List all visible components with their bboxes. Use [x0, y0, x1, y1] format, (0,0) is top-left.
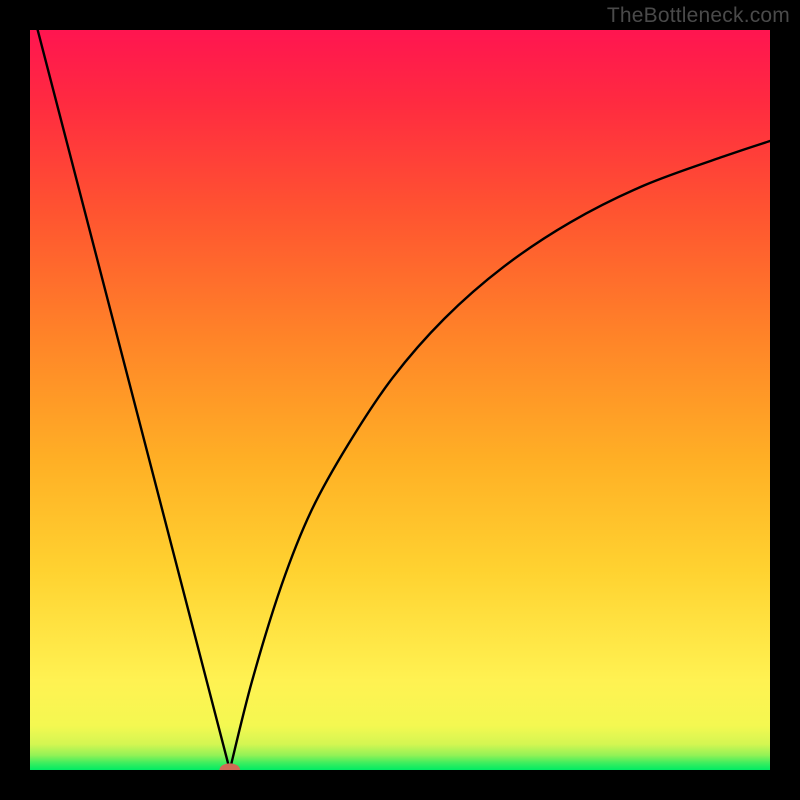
- chart-frame: TheBottleneck.com: [0, 0, 800, 800]
- chart-svg: [30, 30, 770, 770]
- gradient-background: [30, 30, 770, 770]
- watermark-text: TheBottleneck.com: [607, 4, 790, 28]
- plot-area: [30, 30, 770, 770]
